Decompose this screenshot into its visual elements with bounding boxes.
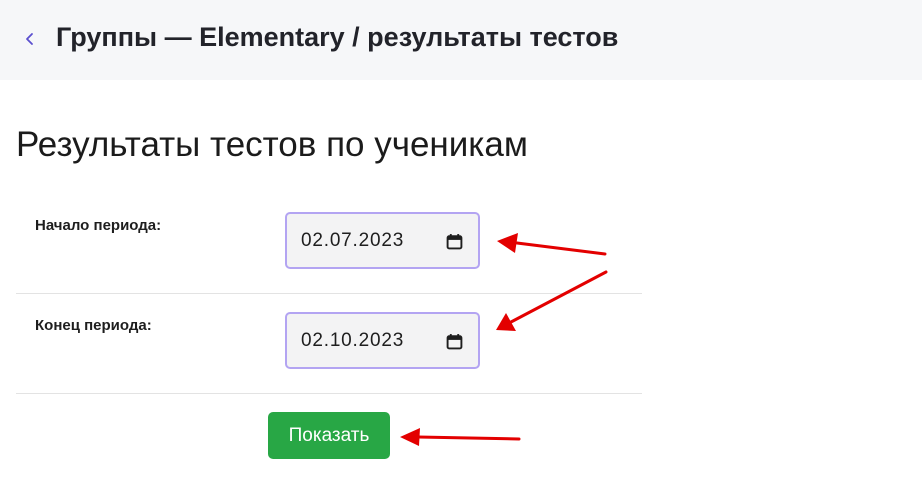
filter-row-end: Конец периода: 02.10.2023 (16, 293, 642, 394)
start-date-label: Начало периода: (35, 217, 162, 234)
annotation-arrow-button (400, 428, 521, 446)
back-button[interactable] (20, 27, 40, 51)
top-bar: Группы — Elementary / результаты тестов (0, 0, 922, 80)
end-date-input[interactable]: 02.10.2023 (285, 312, 480, 369)
filter-row-start: Начало периода: 02.07.2023 (16, 193, 642, 294)
end-date-value: 02.10.2023 (301, 329, 405, 351)
page-title: Результаты тестов по ученикам (16, 125, 528, 164)
calendar-icon[interactable] (446, 333, 463, 350)
breadcrumb-title: Группы — Elementary / результаты тестов (56, 22, 619, 52)
show-button[interactable]: Показать (268, 412, 390, 459)
calendar-icon[interactable] (446, 233, 463, 250)
start-date-input[interactable]: 02.07.2023 (285, 212, 480, 269)
chevron-left-icon (26, 33, 33, 45)
end-date-label: Конец периода: (35, 317, 152, 334)
start-date-value: 02.07.2023 (301, 229, 405, 251)
